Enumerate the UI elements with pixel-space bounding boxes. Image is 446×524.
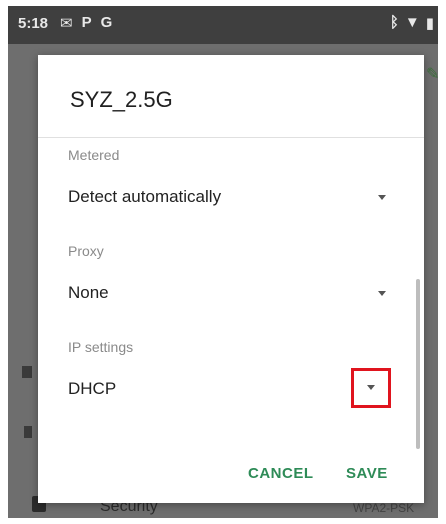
dropdown-caret-icon	[367, 385, 375, 390]
ip-settings-dropdown-highlight[interactable]	[351, 368, 391, 408]
dialog-title: SYZ_2.5G	[70, 87, 173, 112]
g-icon: G	[100, 14, 113, 31]
dropdown-caret-icon	[378, 291, 386, 296]
metered-select[interactable]: Detect automatically	[68, 181, 390, 215]
metered-label: Metered	[68, 147, 120, 163]
divider	[38, 137, 424, 138]
wifi-icon: ▼	[404, 14, 420, 31]
ip-settings-value: DHCP	[68, 379, 117, 398]
battery-icon: ▮	[425, 15, 434, 32]
bluetooth-icon: ᛒ	[389, 14, 399, 31]
proxy-select[interactable]: None	[68, 277, 390, 311]
wifi-settings-dialog: SYZ_2.5G Metered Detect automatically Pr…	[38, 55, 424, 503]
metered-value: Detect automatically	[68, 187, 222, 206]
background-edit-icon: ✎	[426, 66, 438, 83]
proxy-label: Proxy	[68, 243, 104, 259]
notification-icons: ✉ P G	[60, 14, 112, 32]
security-value: WPA2-PSK	[353, 501, 415, 515]
cancel-button[interactable]: CANCEL	[248, 465, 314, 482]
system-icons: ᛒ ▼ ▮	[390, 14, 434, 32]
status-time: 5:18	[18, 15, 49, 32]
status-bar: 5:18 ✉ P G ᛒ ▼ ▮	[8, 6, 438, 44]
background-icon	[22, 366, 32, 378]
proxy-value: None	[68, 283, 109, 302]
ip-settings-select[interactable]: DHCP	[68, 373, 390, 407]
scrollbar[interactable]	[416, 279, 420, 449]
mail-icon: ✉	[60, 15, 73, 32]
save-button[interactable]: SAVE	[346, 465, 388, 482]
dropdown-caret-icon	[378, 195, 386, 200]
ip-settings-label: IP settings	[68, 339, 134, 355]
p-icon: P	[81, 14, 92, 31]
background-icon	[24, 426, 32, 438]
